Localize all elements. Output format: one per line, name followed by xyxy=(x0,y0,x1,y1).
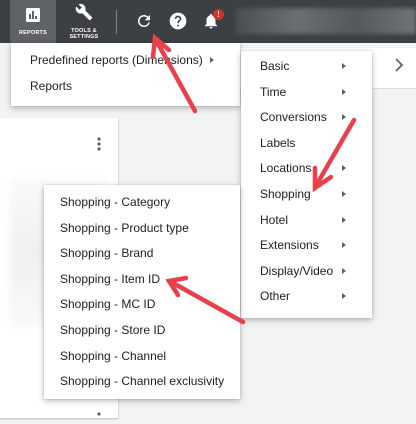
menu-item-hotel[interactable]: Hotel xyxy=(241,208,372,234)
menu-item-shopping-product-type[interactable]: Shopping - Product type xyxy=(44,216,240,242)
shopping-submenu: Shopping - Category Shopping - Product t… xyxy=(44,185,240,399)
menu-item-label: Basic xyxy=(260,59,290,73)
tools-label-line2: SETTINGS xyxy=(69,34,99,40)
submenu-arrow-icon xyxy=(342,88,346,95)
menu-item-shopping[interactable]: Shopping xyxy=(241,182,372,208)
menu-item-label: Display/Video xyxy=(260,263,334,278)
menu-item-basic[interactable]: Basic xyxy=(241,54,372,80)
menu-item-time[interactable]: Time xyxy=(241,80,372,106)
menu-item-extensions[interactable]: Extensions xyxy=(241,233,372,259)
menu-item-label: Conversions xyxy=(260,110,327,125)
reports-dropdown-menu: Predefined reports (Dimensions) Reports xyxy=(11,43,240,106)
submenu-arrow-icon xyxy=(342,293,346,300)
menu-item-reports[interactable]: Reports xyxy=(11,74,240,100)
chevron-right-icon[interactable] xyxy=(394,58,404,77)
menu-item-label: Time xyxy=(260,84,287,99)
menu-item-label: Locations xyxy=(260,161,312,176)
blurred-account-info xyxy=(236,8,416,34)
toolbar-divider xyxy=(116,10,117,34)
menu-item-label: Shopping - Product type xyxy=(60,220,189,235)
menu-item-label: Predefined reports (Dimensions) xyxy=(30,53,203,67)
menu-item-label: Labels xyxy=(260,135,296,150)
menu-item-label: Shopping xyxy=(260,186,311,201)
menu-item-label: Other xyxy=(260,289,291,304)
menu-item-other[interactable]: Other xyxy=(241,284,372,310)
submenu-arrow-icon xyxy=(342,242,346,249)
menu-item-shopping-brand[interactable]: Shopping - Brand xyxy=(44,241,240,267)
menu-item-label: Reports xyxy=(30,78,73,93)
help-icon[interactable] xyxy=(165,8,191,34)
top-bar: REPORTS TOOLS & SETTINGS ! xyxy=(0,0,416,43)
more-options-icon-2[interactable] xyxy=(96,406,102,424)
wrench-icon xyxy=(75,3,93,26)
menu-item-label: Shopping - Item ID xyxy=(60,271,161,286)
submenu-arrow-icon xyxy=(342,267,346,274)
menu-item-shopping-mc-id[interactable]: Shopping - MC ID xyxy=(44,292,240,318)
reports-button[interactable]: REPORTS xyxy=(10,0,56,43)
menu-item-shopping-item-id[interactable]: Shopping - Item ID xyxy=(44,267,240,293)
menu-item-label: Shopping - MC ID xyxy=(60,297,156,312)
submenu-arrow-icon xyxy=(210,57,214,63)
reports-label: REPORTS xyxy=(19,30,47,36)
menu-item-labels[interactable]: Labels xyxy=(241,131,372,157)
menu-item-label: Shopping - Channel xyxy=(60,348,167,363)
tools-label: TOOLS & SETTINGS xyxy=(69,28,98,40)
menu-item-display-video[interactable]: Display/Video xyxy=(241,259,372,285)
more-options-icon[interactable] xyxy=(96,136,102,157)
menu-item-shopping-channel-exclusivity[interactable]: Shopping - Channel exclusivity xyxy=(44,369,240,395)
menu-item-label: Shopping - Category xyxy=(60,195,171,209)
tools-and-settings-button[interactable]: TOOLS & SETTINGS xyxy=(62,0,106,43)
submenu-arrow-icon xyxy=(342,63,346,69)
bar-chart-icon xyxy=(25,7,41,28)
submenu-arrow-icon xyxy=(342,114,346,121)
menu-item-predefined-reports[interactable]: Predefined reports (Dimensions) xyxy=(11,48,240,74)
bell-icon[interactable]: ! xyxy=(198,8,224,34)
refresh-icon[interactable] xyxy=(131,8,157,34)
notification-badge: ! xyxy=(213,9,224,20)
menu-item-label: Extensions xyxy=(260,238,319,253)
menu-item-shopping-category[interactable]: Shopping - Category xyxy=(44,190,240,216)
menu-item-label: Shopping - Brand xyxy=(60,246,154,261)
menu-item-label: Shopping - Store ID xyxy=(60,322,166,337)
menu-item-label: Shopping - Channel exclusivity xyxy=(60,374,225,389)
menu-item-locations[interactable]: Locations xyxy=(241,156,372,182)
submenu-arrow-icon xyxy=(342,190,346,197)
dimensions-submenu: Basic Time Conversions Labels Locations … xyxy=(241,51,372,318)
menu-item-shopping-store-id[interactable]: Shopping - Store ID xyxy=(44,318,240,344)
menu-item-shopping-channel[interactable]: Shopping - Channel xyxy=(44,344,240,370)
submenu-arrow-icon xyxy=(342,165,346,172)
menu-item-conversions[interactable]: Conversions xyxy=(241,105,372,131)
submenu-arrow-icon xyxy=(342,216,346,223)
menu-item-label: Hotel xyxy=(260,212,289,227)
